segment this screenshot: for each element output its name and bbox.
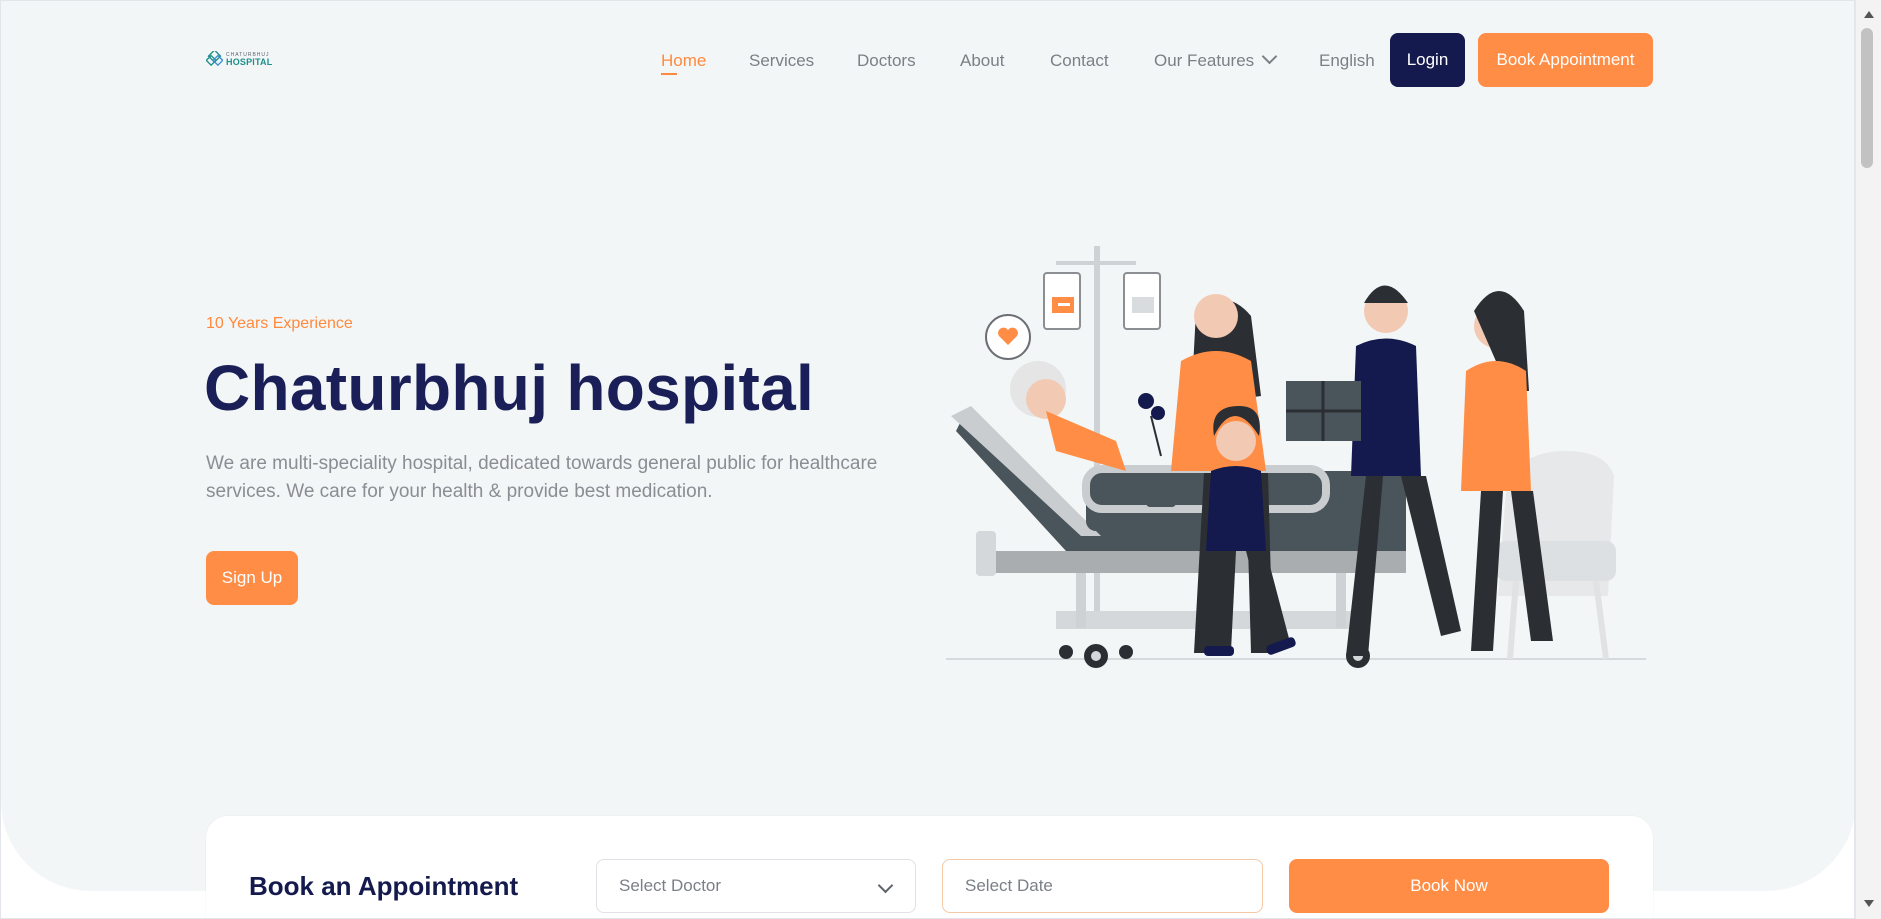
language-selector[interactable]: English — [1319, 51, 1375, 71]
nav-link-our-features-label: Our Features — [1154, 51, 1255, 70]
scroll-up-arrow-icon[interactable] — [1864, 11, 1874, 18]
logo-icon — [206, 51, 223, 67]
vertical-scrollbar[interactable] — [1855, 0, 1881, 919]
browser-viewport: CHATURBHUJ HOSPITAL Home Services Doctor… — [0, 0, 1855, 919]
select-doctor-placeholder: Select Doctor — [619, 876, 722, 895]
hero-description: We are multi-speciality hospital, dedica… — [206, 453, 878, 502]
chevron-down-icon — [1261, 48, 1278, 65]
site-logo[interactable]: CHATURBHUJ HOSPITAL — [206, 51, 272, 68]
select-date-input[interactable] — [942, 859, 1263, 913]
nav-link-doctors[interactable]: Doctors — [857, 51, 916, 71]
book-appointment-button[interactable]: Book Appointment — [1478, 33, 1653, 87]
book-now-button[interactable]: Book Now — [1289, 859, 1609, 913]
appointment-title: Book an Appointment — [249, 871, 519, 901]
scroll-down-arrow-icon[interactable] — [1864, 900, 1874, 907]
hero-eyebrow: 10 Years Experience — [206, 315, 353, 332]
nav-link-services[interactable]: Services — [749, 51, 814, 71]
sign-up-button[interactable]: Sign Up — [206, 551, 298, 605]
select-doctor-dropdown[interactable]: Select Doctor — [596, 859, 916, 913]
chevron-down-icon — [877, 877, 894, 894]
scrollbar-thumb[interactable] — [1861, 28, 1873, 168]
nav-link-about[interactable]: About — [960, 51, 1004, 71]
hospital-visit-illustration — [946, 246, 1646, 668]
appointment-card: Book an Appointment Select Doctor Book N… — [206, 816, 1653, 918]
logo-text: HOSPITAL — [226, 56, 273, 67]
login-button[interactable]: Login — [1390, 33, 1465, 87]
hero-title: Chaturbhuj hospital — [204, 352, 815, 424]
nav-dropdown-our-features[interactable]: Our Features — [1154, 48, 1278, 71]
nav-link-contact[interactable]: Contact — [1050, 51, 1109, 71]
nav-link-home[interactable]: Home — [661, 51, 706, 75]
